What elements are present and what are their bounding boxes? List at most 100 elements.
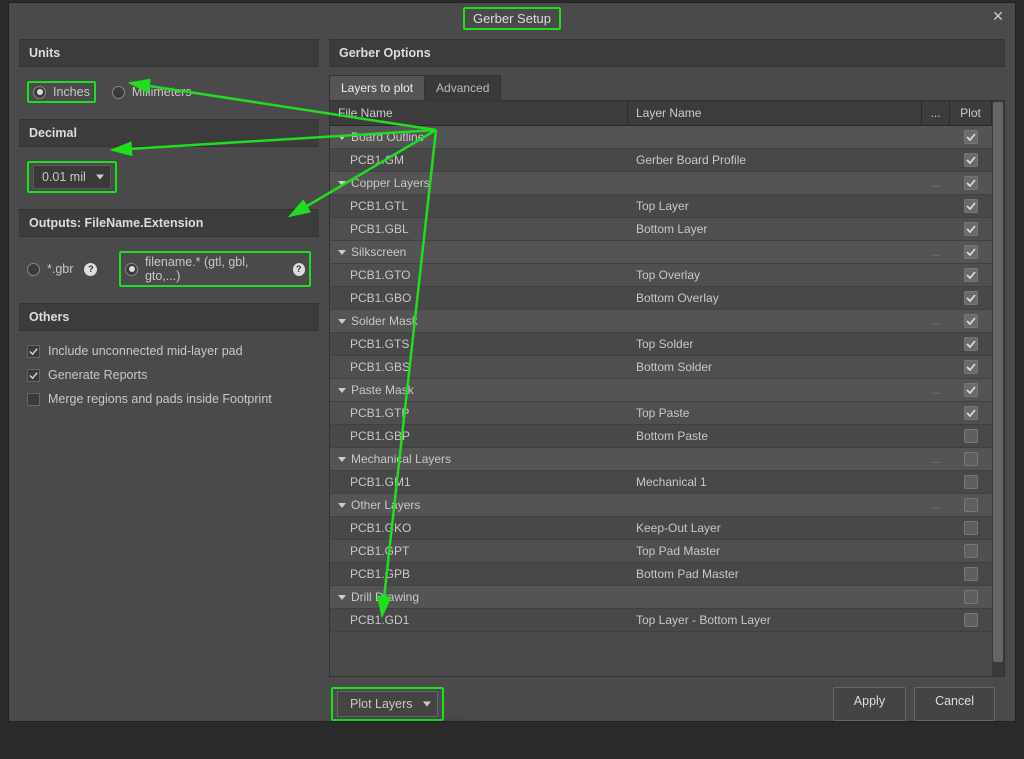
cell-plot[interactable] [950, 471, 992, 493]
plot-checkbox[interactable] [964, 222, 978, 236]
chevron-down-icon [338, 457, 346, 462]
table-group-row[interactable]: Mechanical Layers... [330, 448, 992, 471]
cell-plot[interactable] [950, 494, 992, 516]
col-file-name[interactable]: File Name [330, 101, 628, 125]
cell-plot[interactable] [950, 563, 992, 585]
checkbox-include-pad[interactable]: Include unconnected mid-layer pad [19, 339, 319, 363]
cell-options[interactable]: ... [922, 172, 950, 194]
table-row[interactable]: PCB1.GKOKeep-Out Layer [330, 517, 992, 540]
table-row[interactable]: PCB1.GTPTop Paste [330, 402, 992, 425]
table-row[interactable]: PCB1.GBLBottom Layer [330, 218, 992, 241]
table-group-row[interactable]: Other Layers... [330, 494, 992, 517]
cell-plot[interactable] [950, 126, 992, 148]
plot-checkbox[interactable] [964, 567, 978, 581]
tab-advanced[interactable]: Advanced [424, 75, 501, 100]
checkbox-gen-reports[interactable]: Generate Reports [19, 363, 319, 387]
cell-plot[interactable] [950, 218, 992, 240]
checkbox-merge-regions[interactable]: Merge regions and pads inside Footprint [19, 387, 319, 411]
table-row[interactable]: PCB1.GMGerber Board Profile [330, 149, 992, 172]
table-group-row[interactable]: Paste Mask... [330, 379, 992, 402]
cell-options [922, 547, 950, 555]
table-group-row[interactable]: Solder Mask... [330, 310, 992, 333]
table-group-row[interactable]: Drill Drawing [330, 586, 992, 609]
cell-plot[interactable] [950, 517, 992, 539]
cell-plot[interactable] [950, 356, 992, 378]
cell-plot[interactable] [950, 310, 992, 332]
cell-file-name: Solder Mask [330, 310, 628, 332]
cell-plot[interactable] [950, 540, 992, 562]
plot-checkbox[interactable] [964, 590, 978, 604]
scrollbar[interactable] [992, 101, 1004, 676]
cancel-button[interactable]: Cancel [914, 687, 995, 721]
plot-checkbox[interactable] [964, 245, 978, 259]
radio-inches[interactable]: Inches [33, 85, 90, 99]
cell-plot[interactable] [950, 264, 992, 286]
cell-file-name: Other Layers [330, 494, 628, 516]
plot-checkbox[interactable] [964, 153, 978, 167]
cell-plot[interactable] [950, 333, 992, 355]
table-row[interactable]: PCB1.GPTTop Pad Master [330, 540, 992, 563]
cell-plot[interactable] [950, 195, 992, 217]
plot-checkbox[interactable] [964, 314, 978, 328]
table-row[interactable]: PCB1.GD1Top Layer - Bottom Layer [330, 609, 992, 632]
radio-filename[interactable]: filename.* (gtl, gbl, gto,...) ? [125, 255, 305, 283]
plot-checkbox[interactable] [964, 268, 978, 282]
radio-millimeters[interactable]: Millimeters [112, 85, 192, 99]
table-group-row[interactable]: Copper Layers... [330, 172, 992, 195]
plot-checkbox[interactable] [964, 337, 978, 351]
plot-checkbox[interactable] [964, 452, 978, 466]
plot-checkbox[interactable] [964, 176, 978, 190]
help-icon[interactable]: ? [293, 263, 305, 276]
cell-options[interactable]: ... [922, 448, 950, 470]
plot-checkbox[interactable] [964, 521, 978, 535]
dialog-title: Gerber Setup [473, 11, 551, 26]
table-row[interactable]: PCB1.GTSTop Solder [330, 333, 992, 356]
cell-plot[interactable] [950, 241, 992, 263]
help-icon[interactable]: ? [84, 263, 97, 276]
cell-options[interactable]: ... [922, 241, 950, 263]
cell-plot[interactable] [950, 149, 992, 171]
plot-checkbox[interactable] [964, 429, 978, 443]
table-row[interactable]: PCB1.GPBBottom Pad Master [330, 563, 992, 586]
table-group-row[interactable]: Silkscreen... [330, 241, 992, 264]
cell-options [922, 363, 950, 371]
plot-checkbox[interactable] [964, 406, 978, 420]
col-dots[interactable]: ... [922, 101, 950, 125]
col-plot[interactable]: Plot [950, 101, 992, 125]
plot-checkbox[interactable] [964, 130, 978, 144]
plot-layers-button[interactable]: Plot Layers [337, 691, 438, 717]
table-row[interactable]: PCB1.GBOBottom Overlay [330, 287, 992, 310]
plot-checkbox[interactable] [964, 498, 978, 512]
table-row[interactable]: PCB1.GBSBottom Solder [330, 356, 992, 379]
close-icon[interactable]: ✕ [989, 9, 1007, 27]
table-row[interactable]: PCB1.GTLTop Layer [330, 195, 992, 218]
decimal-dropdown[interactable]: 0.01 mil [33, 165, 111, 189]
table-row[interactable]: PCB1.GM1Mechanical 1 [330, 471, 992, 494]
cell-plot[interactable] [950, 379, 992, 401]
col-layer-name[interactable]: Layer Name [628, 101, 922, 125]
plot-checkbox[interactable] [964, 544, 978, 558]
table-row[interactable]: PCB1.GBPBottom Paste [330, 425, 992, 448]
plot-checkbox[interactable] [964, 199, 978, 213]
radio-label: Millimeters [132, 85, 192, 99]
plot-checkbox[interactable] [964, 613, 978, 627]
plot-checkbox[interactable] [964, 475, 978, 489]
cell-options[interactable]: ... [922, 494, 950, 516]
cell-plot[interactable] [950, 448, 992, 470]
cell-options[interactable]: ... [922, 379, 950, 401]
cell-options[interactable]: ... [922, 310, 950, 332]
cell-plot[interactable] [950, 425, 992, 447]
cell-plot[interactable] [950, 287, 992, 309]
cell-plot[interactable] [950, 586, 992, 608]
cell-plot[interactable] [950, 172, 992, 194]
table-group-row[interactable]: Board Outline [330, 126, 992, 149]
table-row[interactable]: PCB1.GTOTop Overlay [330, 264, 992, 287]
cell-plot[interactable] [950, 609, 992, 631]
plot-checkbox[interactable] [964, 360, 978, 374]
cell-plot[interactable] [950, 402, 992, 424]
radio-gbr[interactable]: *.gbr ? [27, 262, 97, 276]
plot-checkbox[interactable] [964, 291, 978, 305]
plot-checkbox[interactable] [964, 383, 978, 397]
tab-layers-to-plot[interactable]: Layers to plot [329, 75, 425, 100]
apply-button[interactable]: Apply [833, 687, 906, 721]
